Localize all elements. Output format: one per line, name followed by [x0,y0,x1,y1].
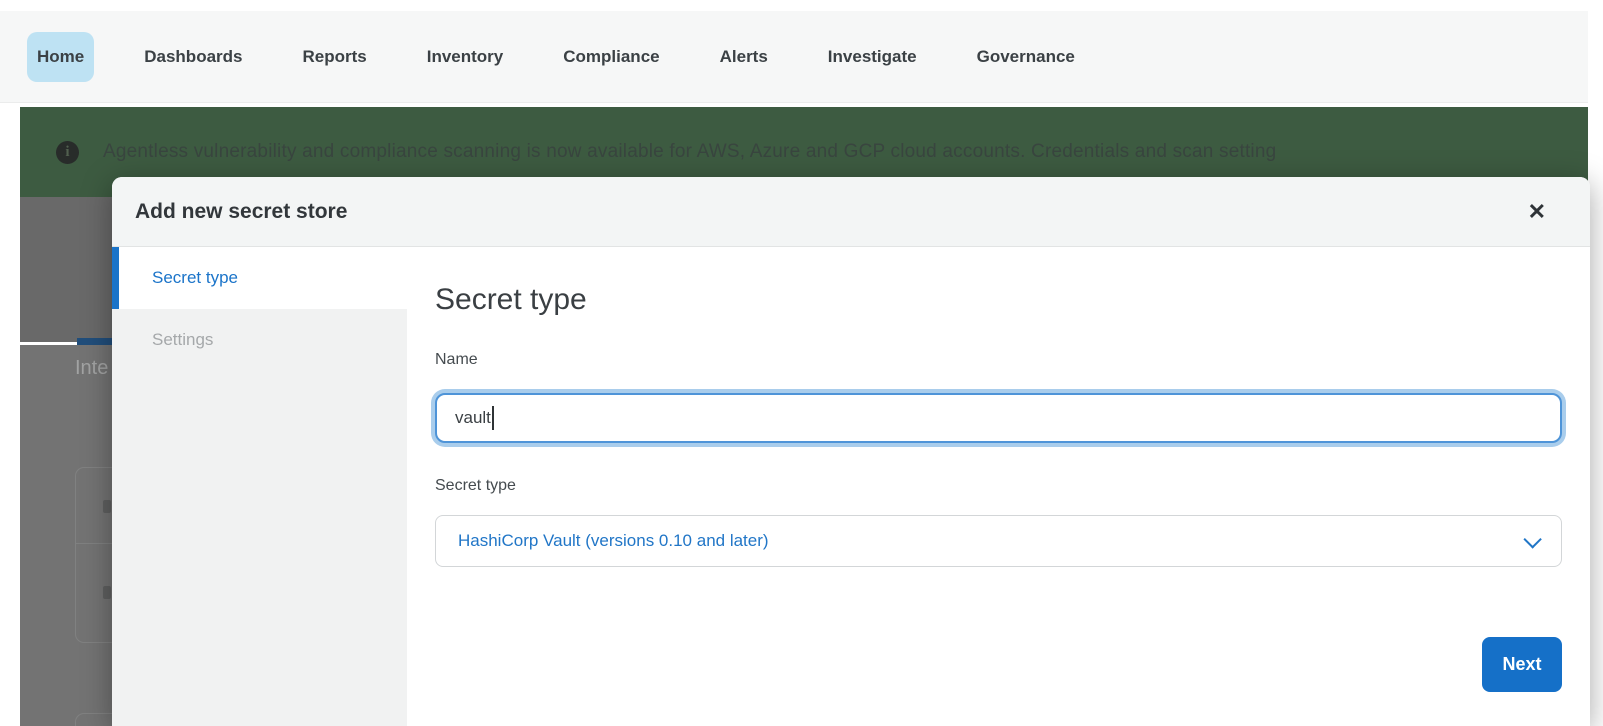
name-input-value: vault [455,408,491,428]
add-secret-store-modal: Add new secret store ✕ Secret type Setti… [112,177,1590,726]
secret-type-selected-value: HashiCorp Vault (versions 0.10 and later… [458,531,769,551]
dimmed-card-text-fragment [103,586,111,599]
name-label: Name [435,351,1562,369]
name-input[interactable]: vault [435,393,1562,443]
modal-title: Add new secret store [135,200,347,224]
dimmed-card-text-fragment [103,500,111,513]
tab-settings[interactable]: Settings [112,309,407,371]
modal-sidebar: Secret type Settings [112,247,407,726]
top-navbar: Home Dashboards Reports Inventory Compli… [0,11,1588,103]
nav-item-investigate[interactable]: Investigate [818,32,927,82]
nav-item-alerts[interactable]: Alerts [710,32,778,82]
nav-item-reports[interactable]: Reports [292,32,376,82]
chevron-down-icon [1523,530,1541,548]
tab-secret-type[interactable]: Secret type [112,247,407,309]
dimmed-page-heading: Inte [75,357,113,383]
info-icon: i [56,141,79,164]
secret-type-label: Secret type [435,477,1562,495]
secret-type-select[interactable]: HashiCorp Vault (versions 0.10 and later… [435,515,1562,567]
nav-item-governance[interactable]: Governance [967,32,1085,82]
text-cursor [492,406,494,430]
modal-header: Add new secret store ✕ [112,177,1590,247]
nav-item-compliance[interactable]: Compliance [553,32,669,82]
content-heading: Secret type [435,283,1562,317]
nav-item-home[interactable]: Home [27,32,94,82]
nav-item-inventory[interactable]: Inventory [417,32,514,82]
banner-text: Agentless vulnerability and compliance s… [103,141,1276,163]
nav-item-dashboards[interactable]: Dashboards [134,32,252,82]
next-button[interactable]: Next [1482,637,1562,692]
page: Home Dashboards Reports Inventory Compli… [0,0,1603,726]
modal-body: Secret type Settings Secret type Name va… [112,247,1590,726]
modal-content: Secret type Name vault Secret type Hashi… [407,247,1590,726]
close-icon[interactable]: ✕ [1528,201,1546,223]
